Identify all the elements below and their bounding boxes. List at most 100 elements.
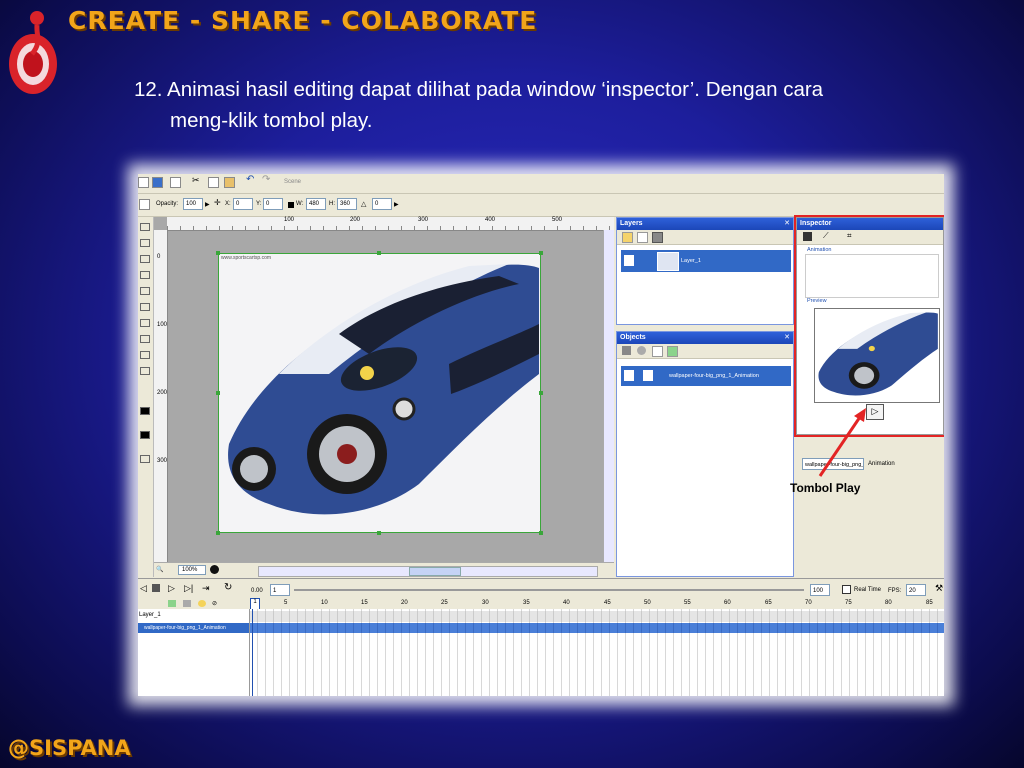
ease-icon[interactable]: ⊘ xyxy=(212,600,224,607)
select-icon[interactable] xyxy=(139,199,150,210)
selection-handle[interactable] xyxy=(377,251,381,255)
layers-panel: Layers ✕ Layer_1 xyxy=(616,217,794,325)
horizontal-scrollbar[interactable] xyxy=(258,566,598,577)
next-frame-icon[interactable]: ▷| xyxy=(184,583,193,594)
stage-status-bar: 🔍 100% xyxy=(154,562,614,578)
play-icon[interactable]: ▷ xyxy=(168,583,175,594)
frame-field[interactable]: 1 xyxy=(270,584,290,596)
line-tool-icon[interactable] xyxy=(140,287,150,295)
fps-label: FPS: xyxy=(888,588,902,594)
layer-row[interactable]: Layer_1 xyxy=(621,250,791,272)
timeline-layer-row[interactable]: Layer_1 xyxy=(138,611,249,621)
loop-icon[interactable]: ↻ xyxy=(224,582,232,593)
frame-row[interactable] xyxy=(250,611,944,622)
object-tool-icon[interactable] xyxy=(622,346,631,355)
annotation-label: Tombol Play xyxy=(790,481,861,495)
opacity-field[interactable]: 100 xyxy=(183,198,203,210)
frame-number: 80 xyxy=(885,600,892,606)
rotation-arrow-icon[interactable]: ▶ xyxy=(394,201,399,208)
pen-tool-icon[interactable] xyxy=(140,255,150,263)
visibility-icon[interactable] xyxy=(624,370,634,381)
fps-field[interactable]: 20 xyxy=(906,584,926,596)
eyedropper-tool-icon[interactable] xyxy=(140,351,150,359)
footer-brand: @SISPANA xyxy=(8,736,131,760)
move-icon: ✛ xyxy=(214,198,221,207)
selection-handle[interactable] xyxy=(216,251,220,255)
selection-handle[interactable] xyxy=(216,391,220,395)
stroke-color-icon[interactable] xyxy=(140,407,150,415)
objects-panel-title: Objects xyxy=(617,332,793,344)
add-keyframe-icon[interactable] xyxy=(168,600,176,607)
object-tool-icon[interactable] xyxy=(637,346,646,355)
vertical-ruler: 0 100 200 300 xyxy=(154,230,168,577)
close-icon[interactable]: ✕ xyxy=(784,219,790,227)
duplicate-layer-icon[interactable] xyxy=(637,232,648,243)
pointer-tool-icon[interactable] xyxy=(140,223,150,231)
stage[interactable]: 100 200 300 400 500 0 100 200 300 www.sp… xyxy=(154,217,614,577)
selection-handle[interactable] xyxy=(216,531,220,535)
color-mode-icon[interactable] xyxy=(210,565,219,574)
h-label: H: xyxy=(329,201,335,207)
rect-tool-icon[interactable] xyxy=(140,303,150,311)
realtime-label: Real Time xyxy=(854,587,882,593)
x-field[interactable]: 0 xyxy=(233,198,253,210)
clock-icon[interactable] xyxy=(198,600,206,607)
last-frame-icon[interactable]: ⇥ xyxy=(202,583,210,594)
vertical-scrollbar[interactable] xyxy=(603,230,614,562)
scene-button[interactable]: Scene xyxy=(284,179,330,190)
save-icon[interactable] xyxy=(152,177,163,188)
playhead[interactable] xyxy=(252,609,253,696)
object-tool-icon[interactable] xyxy=(667,346,678,357)
object-tool-icon[interactable] xyxy=(652,346,663,357)
delete-layer-icon[interactable] xyxy=(652,232,663,243)
rotation-field[interactable]: 0 xyxy=(372,198,392,210)
frame-number: 70 xyxy=(805,600,812,606)
zoom-tool-icon[interactable] xyxy=(140,367,150,375)
ruler-v-label: 300 xyxy=(157,458,168,464)
redo-icon[interactable]: ↷ xyxy=(262,174,273,185)
w-field[interactable]: 480 xyxy=(306,198,326,210)
add-layer-icon[interactable] xyxy=(622,232,633,243)
ellipse-tool-icon[interactable] xyxy=(140,319,150,327)
lock-icon[interactable] xyxy=(643,370,653,381)
new-icon[interactable] xyxy=(170,177,181,188)
timeline-layer-row[interactable]: wallpaper-four-big_png_1_Animation xyxy=(138,623,249,633)
frame-slider[interactable] xyxy=(294,589,804,591)
frame-row[interactable] xyxy=(250,623,944,633)
copy-icon[interactable] xyxy=(208,177,219,188)
ruler-v-label: 200 xyxy=(157,390,168,396)
zoom-field[interactable]: 100% xyxy=(178,565,206,575)
subselect-tool-icon[interactable] xyxy=(140,239,150,247)
opacity-arrow-icon[interactable]: ▶ xyxy=(205,201,210,208)
paste-icon[interactable] xyxy=(224,177,235,188)
selection-handle[interactable] xyxy=(539,391,543,395)
frame-number: 35 xyxy=(523,600,530,606)
h-field[interactable]: 360 xyxy=(337,198,357,210)
selection-handle[interactable] xyxy=(539,531,543,535)
text-tool-icon[interactable] xyxy=(140,335,150,343)
object-row[interactable]: wallpaper-four-big_png_1_Animation xyxy=(621,366,791,386)
pencil-tool-icon[interactable] xyxy=(140,271,150,279)
undo-icon[interactable]: ↶ xyxy=(246,174,257,185)
fill-color-icon[interactable] xyxy=(140,431,150,439)
edit-keyframe-icon[interactable] xyxy=(183,600,191,607)
visibility-icon[interactable] xyxy=(624,255,634,266)
stop-icon[interactable] xyxy=(152,584,160,592)
close-icon[interactable]: ✕ xyxy=(784,333,790,341)
y-field[interactable]: 0 xyxy=(263,198,283,210)
tool-icon[interactable]: ⚒ xyxy=(935,583,943,594)
timeline-frames[interactable] xyxy=(250,609,944,696)
cut-icon[interactable]: ✂ xyxy=(192,175,203,186)
scrollbar-thumb[interactable] xyxy=(409,567,461,576)
swap-colors-icon[interactable] xyxy=(140,455,150,463)
caption: 12. Animasi hasil editing dapat dilihat … xyxy=(134,74,954,136)
end-frame-field[interactable]: 100 xyxy=(810,584,830,596)
zoom-icon[interactable]: 🔍 xyxy=(156,566,163,573)
selection-handle[interactable] xyxy=(539,251,543,255)
open-icon[interactable] xyxy=(138,177,149,188)
realtime-checkbox[interactable] xyxy=(842,585,851,594)
rewind-icon[interactable]: ◁ xyxy=(140,583,147,594)
frame-number: 5 xyxy=(284,600,288,606)
stage-canvas[interactable]: www.sportscartsp.com xyxy=(218,253,541,533)
selection-handle[interactable] xyxy=(377,531,381,535)
